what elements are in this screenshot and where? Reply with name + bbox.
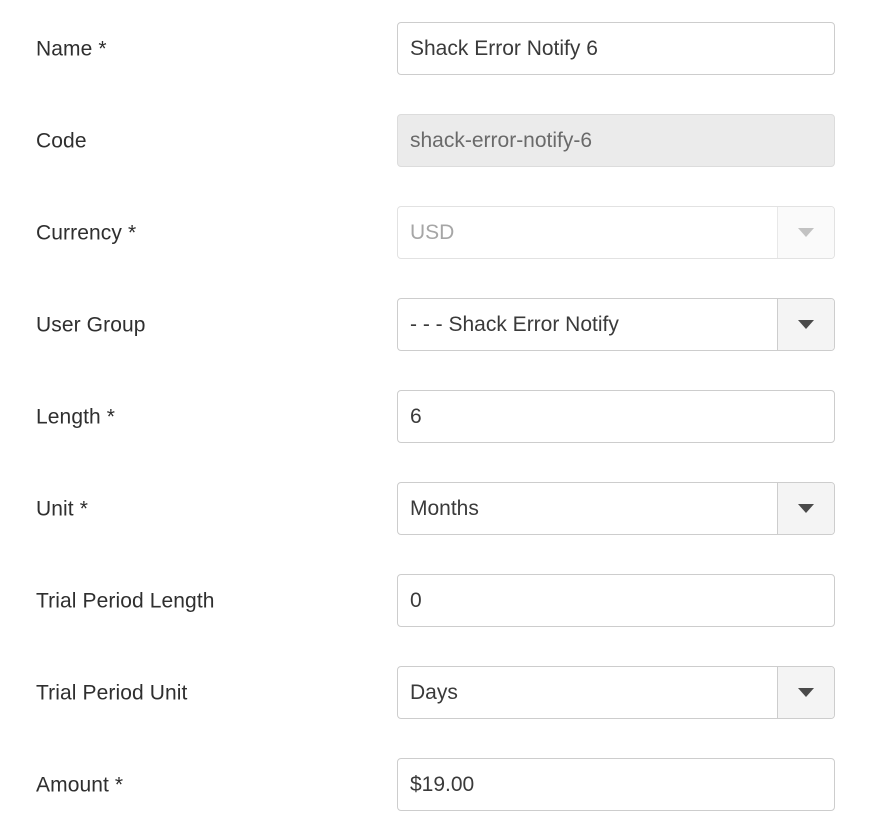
input-value: shack-error-notify-6 — [410, 128, 593, 152]
select-currency: USD — [397, 206, 835, 259]
input-code: shack-error-notify-6 — [397, 114, 835, 167]
field-label: Currency * — [36, 220, 136, 245]
field-label-text: Name — [36, 36, 93, 60]
chevron-down-icon — [798, 320, 814, 329]
chevron-down-icon — [798, 504, 814, 513]
field-label: Unit * — [36, 496, 88, 521]
chevron-down-icon — [798, 228, 814, 237]
select-value: USD — [410, 220, 455, 244]
required-marker: * — [106, 404, 116, 428]
select-value[interactable]: Days — [398, 680, 777, 705]
field-label-text: Currency — [36, 220, 122, 244]
subscription-plan-form: Name * Shack Error Notify 6 Code shack-erro… — [0, 0, 882, 836]
field-label: Trial Period Unit — [36, 680, 187, 705]
field-label-text: User Group — [36, 312, 146, 336]
field-label: User Group — [36, 312, 146, 337]
chevron-down-icon — [798, 688, 814, 697]
input-trial-period-length[interactable]: 0 — [397, 574, 835, 627]
form-row: Name * Shack Error Notify 6 — [0, 22, 882, 75]
input-name[interactable]: Shack Error Notify 6 — [397, 22, 835, 75]
select-value[interactable]: Months — [398, 496, 777, 521]
field-label-text: Trial Period Unit — [36, 680, 188, 704]
form-row: Currency * USD — [0, 206, 882, 259]
required-marker: * — [127, 220, 137, 244]
field-label: Code — [36, 128, 87, 153]
input-amount[interactable]: $19.00 — [397, 758, 835, 811]
input-value[interactable]: 6 — [398, 404, 834, 429]
required-marker: * — [98, 36, 107, 60]
dropdown-toggle-button[interactable] — [777, 299, 834, 350]
field-label: Amount * — [36, 772, 123, 797]
input-value[interactable]: 0 — [398, 588, 834, 613]
dropdown-toggle-button — [777, 207, 834, 258]
field-label: Trial Period Length — [36, 588, 215, 613]
form-row: Code shack-error-notify-6 — [0, 114, 882, 167]
required-marker: * — [114, 772, 124, 796]
field-label-text: Unit — [36, 496, 74, 520]
form-row: User Group - - - Shack Error Notify — [0, 298, 882, 351]
dropdown-toggle-button[interactable] — [777, 483, 834, 534]
form-row: Length * 6 — [0, 390, 882, 443]
input-value[interactable]: Shack Error Notify 6 — [398, 36, 834, 61]
field-label-text: Code — [36, 128, 87, 152]
select-user-group[interactable]: - - - Shack Error Notify — [397, 298, 835, 351]
field-label-text: Trial Period Length — [36, 588, 215, 612]
field-label: Name * — [36, 36, 107, 61]
select-value[interactable]: - - - Shack Error Notify — [398, 312, 777, 337]
form-row: Amount * $19.00 — [0, 758, 882, 811]
input-length[interactable]: 6 — [397, 390, 835, 443]
form-row: Trial Period Unit Days — [0, 666, 882, 719]
field-label-text: Amount — [36, 772, 109, 796]
input-value[interactable]: $19.00 — [398, 772, 834, 797]
field-label-text: Length — [36, 404, 101, 428]
dropdown-toggle-button[interactable] — [777, 667, 834, 718]
select-trial-period-unit[interactable]: Days — [397, 666, 835, 719]
form-row: Trial Period Length 0 — [0, 574, 882, 627]
field-label: Length * — [36, 404, 115, 429]
select-unit[interactable]: Months — [397, 482, 835, 535]
form-row: Unit * Months — [0, 482, 882, 535]
required-marker: * — [79, 496, 88, 520]
